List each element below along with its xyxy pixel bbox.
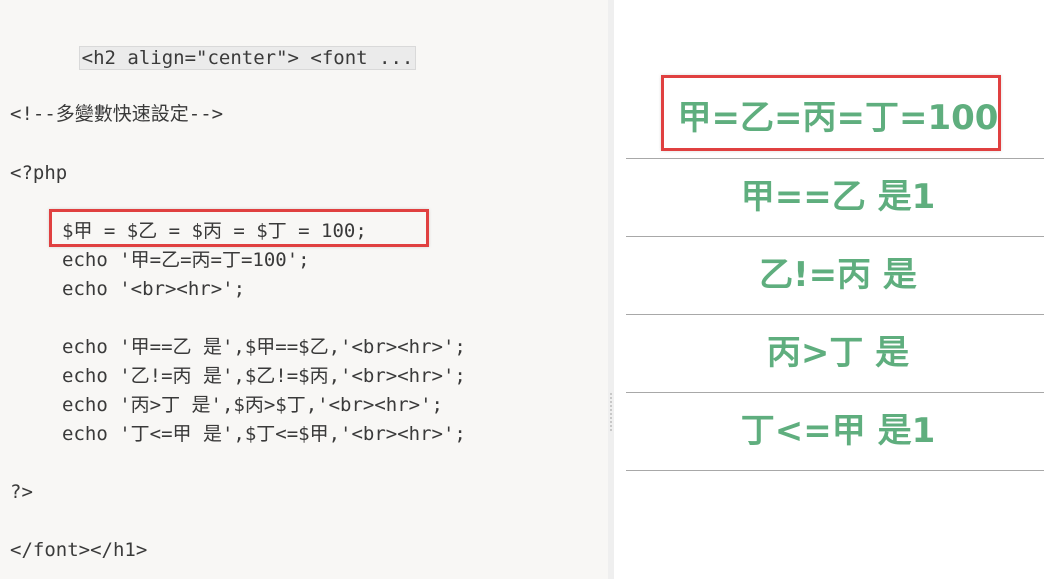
code-line-echo-3: echo '甲==乙 是',$甲==$乙,'<br><hr>'; [62,336,466,358]
output-line-2: 甲==乙 是1 [740,177,936,217]
collapsed-code-fold[interactable]: <h2 align="center"> <font ... [78,46,417,70]
code-editor[interactable]: <h2 align="center"> <font ... <!--多變數快速設… [0,0,608,579]
code-line-echo-1: echo '甲=乙=丙=丁=100'; [62,249,310,271]
code-line-echo-6: echo '丁<=甲 是',$丁<=$甲,'<br><hr>'; [62,423,466,445]
horizontal-rule [626,392,1044,393]
code-line-php-open: <?php [10,162,68,184]
code-highlight-box [49,209,429,247]
output-highlight-box [661,75,1001,151]
output-line-3: 乙!=丙 是 [759,255,917,295]
horizontal-rule [626,158,1044,159]
horizontal-rule [626,236,1044,237]
code-line-1: <h2 align="center"> <font ... [10,15,417,70]
code-line-echo-2: echo '<br><hr>'; [62,278,246,300]
code-line-echo-5: echo '丙>丁 是',$丙>$丁,'<br><hr>'; [62,394,443,416]
code-line-php-close: ?> [10,481,33,503]
splitter-grip-icon[interactable] [610,393,612,433]
horizontal-rule [626,470,1044,471]
screen: <h2 align="center"> <font ... <!--多變數快速設… [0,0,1044,579]
code-line-close-tags: </font></h1> [10,539,148,561]
output-line-4: 丙>丁 是 [766,333,910,373]
output-preview: 甲=乙=丙=丁=100 甲==乙 是1 乙!=丙 是 丙>丁 是 丁<=甲 是1 [614,0,1044,579]
code-line-comment: <!--多變數快速設定--> [10,103,224,125]
output-line-5: 丁<=甲 是1 [740,411,936,451]
horizontal-rule [626,314,1044,315]
code-line-echo-4: echo '乙!=丙 是',$乙!=$丙,'<br><hr>'; [62,365,466,387]
